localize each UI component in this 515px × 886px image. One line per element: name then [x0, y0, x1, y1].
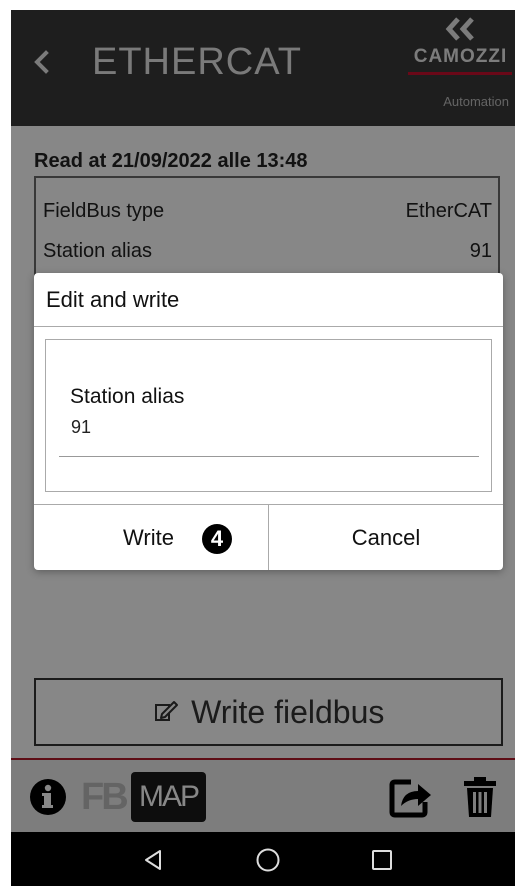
phone-screen: ETHERCAT CAMOZZI Automation Read at 21/0…: [11, 10, 515, 886]
input-underline: [59, 456, 479, 457]
step-badge: 4: [202, 524, 232, 554]
dialog-title: Edit and write: [46, 287, 180, 312]
step-badge-number: 4: [210, 526, 224, 551]
nav-back-icon[interactable]: [141, 848, 165, 872]
system-nav-bar: [11, 832, 515, 886]
nav-home-icon[interactable]: [256, 848, 280, 872]
station-alias-field-label: Station alias: [70, 385, 185, 408]
cancel-button[interactable]: Cancel: [269, 505, 503, 570]
field-box: Station alias 91: [45, 339, 492, 492]
dialog-title-divider: [34, 326, 503, 327]
cancel-label: Cancel: [351, 525, 421, 550]
edit-write-dialog: Edit and write Station alias 91 Write 4 …: [34, 273, 503, 570]
station-alias-input[interactable]: 91: [71, 417, 91, 438]
nav-recents-icon[interactable]: [371, 849, 393, 871]
write-button[interactable]: Write 4: [34, 505, 268, 570]
write-label: Write: [123, 525, 174, 550]
